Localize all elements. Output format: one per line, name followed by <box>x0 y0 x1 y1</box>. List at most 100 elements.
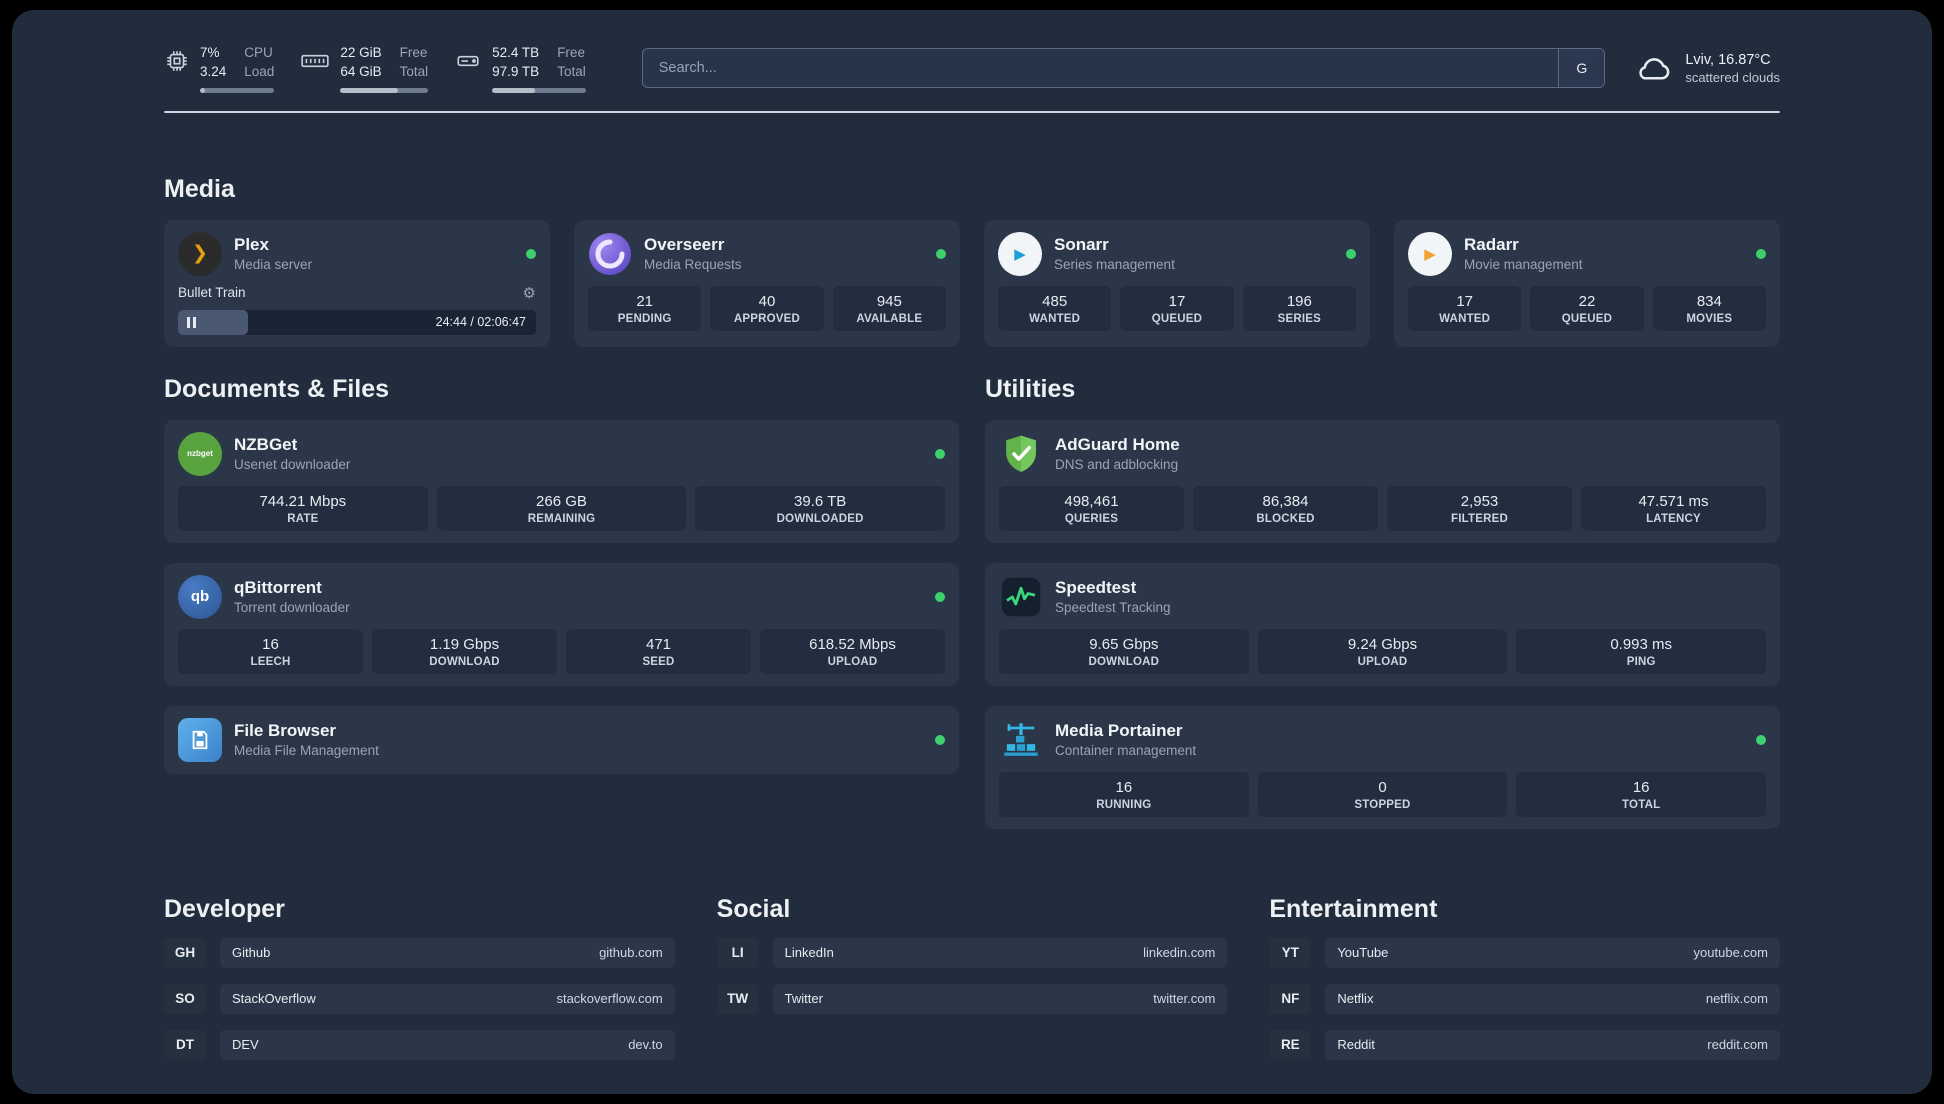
bookmark-name: Reddit <box>1337 1037 1375 1053</box>
app-subtitle-plex: Media server <box>234 257 313 273</box>
plex-chevron-glyph: ❯ <box>192 243 208 265</box>
bookmark-row: NF Netflix netflix.com <box>1269 983 1780 1014</box>
app-card-plex[interactable]: ❯ Plex Media server Bullet Train ⚙ 24:44… <box>164 219 550 347</box>
stat-label: LATENCY <box>1646 512 1701 525</box>
stat-label: WANTED <box>1029 312 1081 325</box>
stat-value: 21 <box>636 292 653 310</box>
bookmark-group-entertainment: Entertainment YT YouTube youtube.com NF … <box>1269 895 1780 1060</box>
bookmark-link-twitter[interactable]: Twitter twitter.com <box>772 983 1228 1014</box>
now-playing-title: Bullet Train <box>178 285 246 301</box>
stat-value: 17 <box>1456 292 1473 310</box>
status-dot-plex <box>526 248 536 259</box>
stat-tile: 0 STOPPED <box>1257 771 1508 817</box>
cpu-label: CPU <box>244 45 273 60</box>
section-title-developer: Developer <box>164 894 285 923</box>
bookmark-link-netflix[interactable]: Netflix netflix.com <box>1325 983 1780 1014</box>
status-dot-radarr <box>1756 248 1766 259</box>
stat-tile: 2,953 FILTERED <box>1387 485 1572 531</box>
sonarr-play-glyph: ▶ <box>1014 245 1026 263</box>
bookmark-link-youtube[interactable]: YouTube youtube.com <box>1325 937 1780 968</box>
status-dot-sonarr <box>1346 248 1356 259</box>
stat-label: SEED <box>642 655 675 668</box>
stat-label: QUEUED <box>1561 312 1613 325</box>
ram-progress-bar <box>340 87 429 93</box>
stat-tile: 618.52 Mbps UPLOAD <box>760 628 945 674</box>
stat-tile: 1.19 Gbps DOWNLOAD <box>372 628 557 674</box>
stat-value: 22 <box>1578 292 1596 310</box>
ram-metric: 22 GiB 64 GiB Free Total <box>300 44 429 93</box>
stat-value: 9.65 Gbps <box>1089 635 1159 653</box>
bookmark-row: YT YouTube youtube.com <box>1269 937 1780 968</box>
app-subtitle-filebrowser: Media File Management <box>234 743 379 759</box>
cpu-chip-icon <box>167 51 187 71</box>
stat-tile: 17 WANTED <box>1408 285 1522 331</box>
app-card-speedtest[interactable]: Speedtest Speedtest Tracking 9.65 Gbps DO… <box>985 562 1780 686</box>
weather-location-temp: Lviv, 16.87°C <box>1685 51 1771 68</box>
app-card-filebrowser[interactable]: File Browser Media File Management <box>164 705 959 774</box>
stat-tile: 9.65 Gbps DOWNLOAD <box>999 628 1249 674</box>
bookmark-url: linkedin.com <box>1143 945 1216 961</box>
stat-value: 618.52 Mbps <box>809 635 896 653</box>
bookmark-abbr: DT <box>164 1029 206 1060</box>
stat-label: RATE <box>287 512 319 525</box>
search-input[interactable] <box>642 49 1559 88</box>
status-dot-qbittorrent <box>935 591 945 602</box>
app-name-adguard: AdGuard Home <box>1055 435 1180 455</box>
stat-value: 47.571 ms <box>1638 492 1709 510</box>
stat-label: DOWNLOAD <box>1088 655 1160 668</box>
bookmark-url: dev.to <box>628 1037 663 1053</box>
stat-tile: 471 SEED <box>566 628 751 674</box>
stat-tile: 266 GB REMAINING <box>436 485 687 531</box>
stat-label: SERIES <box>1277 312 1322 325</box>
bookmark-url: stackoverflow.com <box>556 991 663 1007</box>
disk-metric: 52.4 TB 97.9 TB Free Total <box>454 44 586 93</box>
cpu-load-value: 3.24 <box>200 63 227 79</box>
cpu-metric: 7% 3.24 CPU Load <box>164 44 275 93</box>
overseerr-icon <box>588 232 632 276</box>
app-card-sonarr[interactable]: ▶ Sonarr Series management 485 WANTED 17 Q… <box>984 219 1370 347</box>
app-card-overseerr[interactable]: Overseerr Media Requests 21 PENDING 40 APP… <box>574 219 960 347</box>
stat-label: WANTED <box>1439 312 1491 325</box>
bookmark-name: YouTube <box>1337 945 1389 961</box>
stat-tile: 498,461 QUERIES <box>999 485 1184 531</box>
app-card-portainer[interactable]: Media Portainer Container management 16 R… <box>985 705 1780 829</box>
app-card-nzbget[interactable]: nzbget NZBGet Usenet downloader 744.21 M… <box>164 419 959 543</box>
playback-progress-bar: 24:44 / 02:06:47 <box>178 309 536 335</box>
app-card-qbittorrent[interactable]: qb qBittorrent Torrent downloader 16 LEEC… <box>164 562 959 686</box>
bookmark-link-linkedin[interactable]: LinkedIn linkedin.com <box>772 937 1228 968</box>
stat-value: 9.24 Gbps <box>1347 635 1418 653</box>
status-dot-nzbget <box>935 448 945 459</box>
stat-value: 2,953 <box>1460 492 1499 510</box>
bookmark-link-reddit[interactable]: Reddit reddit.com <box>1325 1029 1780 1060</box>
stat-value: 86,384 <box>1262 492 1309 510</box>
pause-icon[interactable] <box>187 316 196 328</box>
sonarr-icon: ▶ <box>998 231 1042 276</box>
stat-tile: 16 RUNNING <box>999 771 1249 817</box>
stat-tile: 16 LEECH <box>178 628 363 674</box>
search-engine-button[interactable]: G <box>1558 49 1605 88</box>
stat-label: PENDING <box>617 312 672 325</box>
disk-free-label: Free <box>557 45 585 60</box>
gear-icon[interactable]: ⚙ <box>523 284 536 302</box>
radarr-play-glyph: ▶ <box>1424 245 1436 263</box>
stat-label: DOWNLOADED <box>776 512 864 525</box>
app-name-nzbget: NZBGet <box>234 435 298 455</box>
bookmark-name: LinkedIn <box>784 945 834 961</box>
portainer-crane-icon <box>999 718 1043 762</box>
qbittorrent-glyph: qb <box>190 588 210 606</box>
bookmark-abbr: TW <box>716 983 759 1014</box>
bookmark-link-stackoverflow[interactable]: StackOverflow stackoverflow.com <box>220 983 675 1014</box>
bookmark-link-dev[interactable]: DEV dev.to <box>220 1029 675 1060</box>
app-card-adguard[interactable]: AdGuard Home DNS and adblocking 498,461 Q… <box>985 419 1780 543</box>
app-card-radarr[interactable]: ▶ Radarr Movie management 17 WANTED 22 QUE… <box>1394 219 1780 347</box>
stat-tile: 9.24 Gbps UPLOAD <box>1257 628 1508 674</box>
plex-icon: ❯ <box>178 231 222 276</box>
bookmark-link-github[interactable]: Github github.com <box>220 937 675 968</box>
stat-value: 17 <box>1168 292 1186 310</box>
app-name-sonarr: Sonarr <box>1054 235 1109 255</box>
stat-tile: 22 QUEUED <box>1530 285 1644 331</box>
weather-widget: Lviv, 16.87°C scattered clouds <box>1635 52 1780 85</box>
stat-value: 16 <box>1632 778 1650 796</box>
stat-tile: 196 SERIES <box>1242 285 1356 331</box>
stat-tile: 40 APPROVED <box>710 285 824 331</box>
